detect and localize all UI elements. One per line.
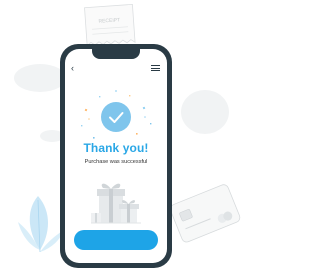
illustration-scene: RECEIPT ‹ Thank you! Purchase was succes… (0, 0, 244, 271)
background-blob (14, 64, 66, 92)
receipt-icon: RECEIPT (84, 3, 136, 47)
phone-screen: ‹ Thank you! Purchase was successful (65, 49, 167, 263)
background-blob (181, 90, 229, 134)
credit-card-icon (170, 184, 241, 243)
checkmark-icon (109, 112, 124, 123)
continue-button[interactable] (74, 230, 158, 250)
leaf-plant-icon (18, 196, 64, 253)
purchase-success-message: Purchase was successful (84, 159, 148, 165)
thank-you-heading: Thank you! (83, 141, 149, 155)
success-check-badge (101, 102, 131, 132)
gift-boxes-icon (91, 183, 141, 224)
smartphone: ‹ Thank you! Purchase was successful (60, 44, 172, 268)
